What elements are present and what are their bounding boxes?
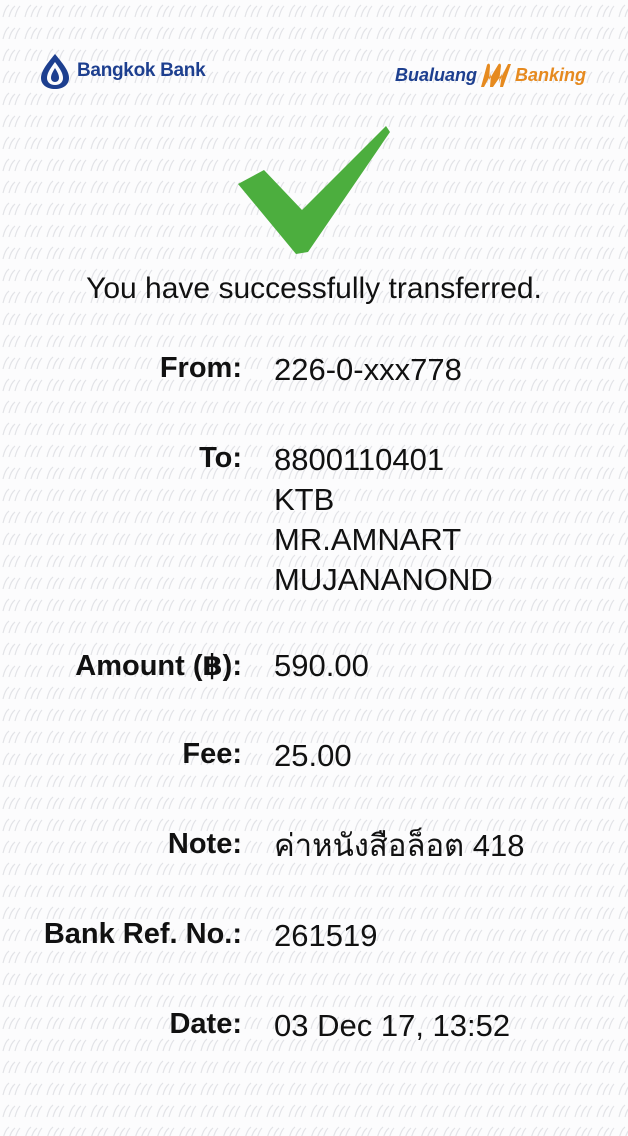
amount-label: Amount (฿): (75, 650, 242, 682)
to-name-line1: MR.AMNART (274, 522, 462, 557)
from-label: From: (159, 352, 242, 384)
app-name-left: Bualuang (394, 64, 477, 85)
date-label: Date: (169, 1008, 242, 1040)
bank-name: Bangkok Bank (77, 60, 206, 81)
amount-value: 590.00 (274, 648, 369, 683)
bangkok-bank-logo: Bangkok Bank (38, 52, 206, 90)
bank-ref-label: Bank Ref. No.: (43, 918, 242, 950)
mbanking-logo: Bualuang Banking (395, 60, 586, 90)
app-name-right: Banking (514, 64, 586, 85)
to-account: 8800110401 (274, 442, 445, 477)
note-label: Note: (167, 828, 242, 860)
date-value: 03 Dec 17, 13:52 (274, 1008, 511, 1043)
from-account: 226-0-xxx778 (274, 352, 462, 387)
to-name-line2: MUJANANOND (274, 562, 493, 597)
to-details: 8800110401 KTB MR.AMNART MUJANANOND (274, 440, 493, 600)
note-value: ค่าหนังสือล็อต 418 (274, 828, 525, 863)
fee-value: 25.00 (274, 738, 352, 773)
bank-ref-value: 261519 (274, 918, 378, 953)
lotus-icon (41, 54, 69, 89)
success-message: You have successfully transferred. (86, 272, 542, 305)
header: Bangkok Bank Bualuang Banking (0, 0, 628, 110)
m-icon (480, 63, 511, 87)
fee-label: Fee: (182, 738, 242, 770)
to-bank: KTB (274, 482, 335, 517)
to-label: To: (199, 442, 242, 474)
checkmark-icon (238, 126, 390, 254)
